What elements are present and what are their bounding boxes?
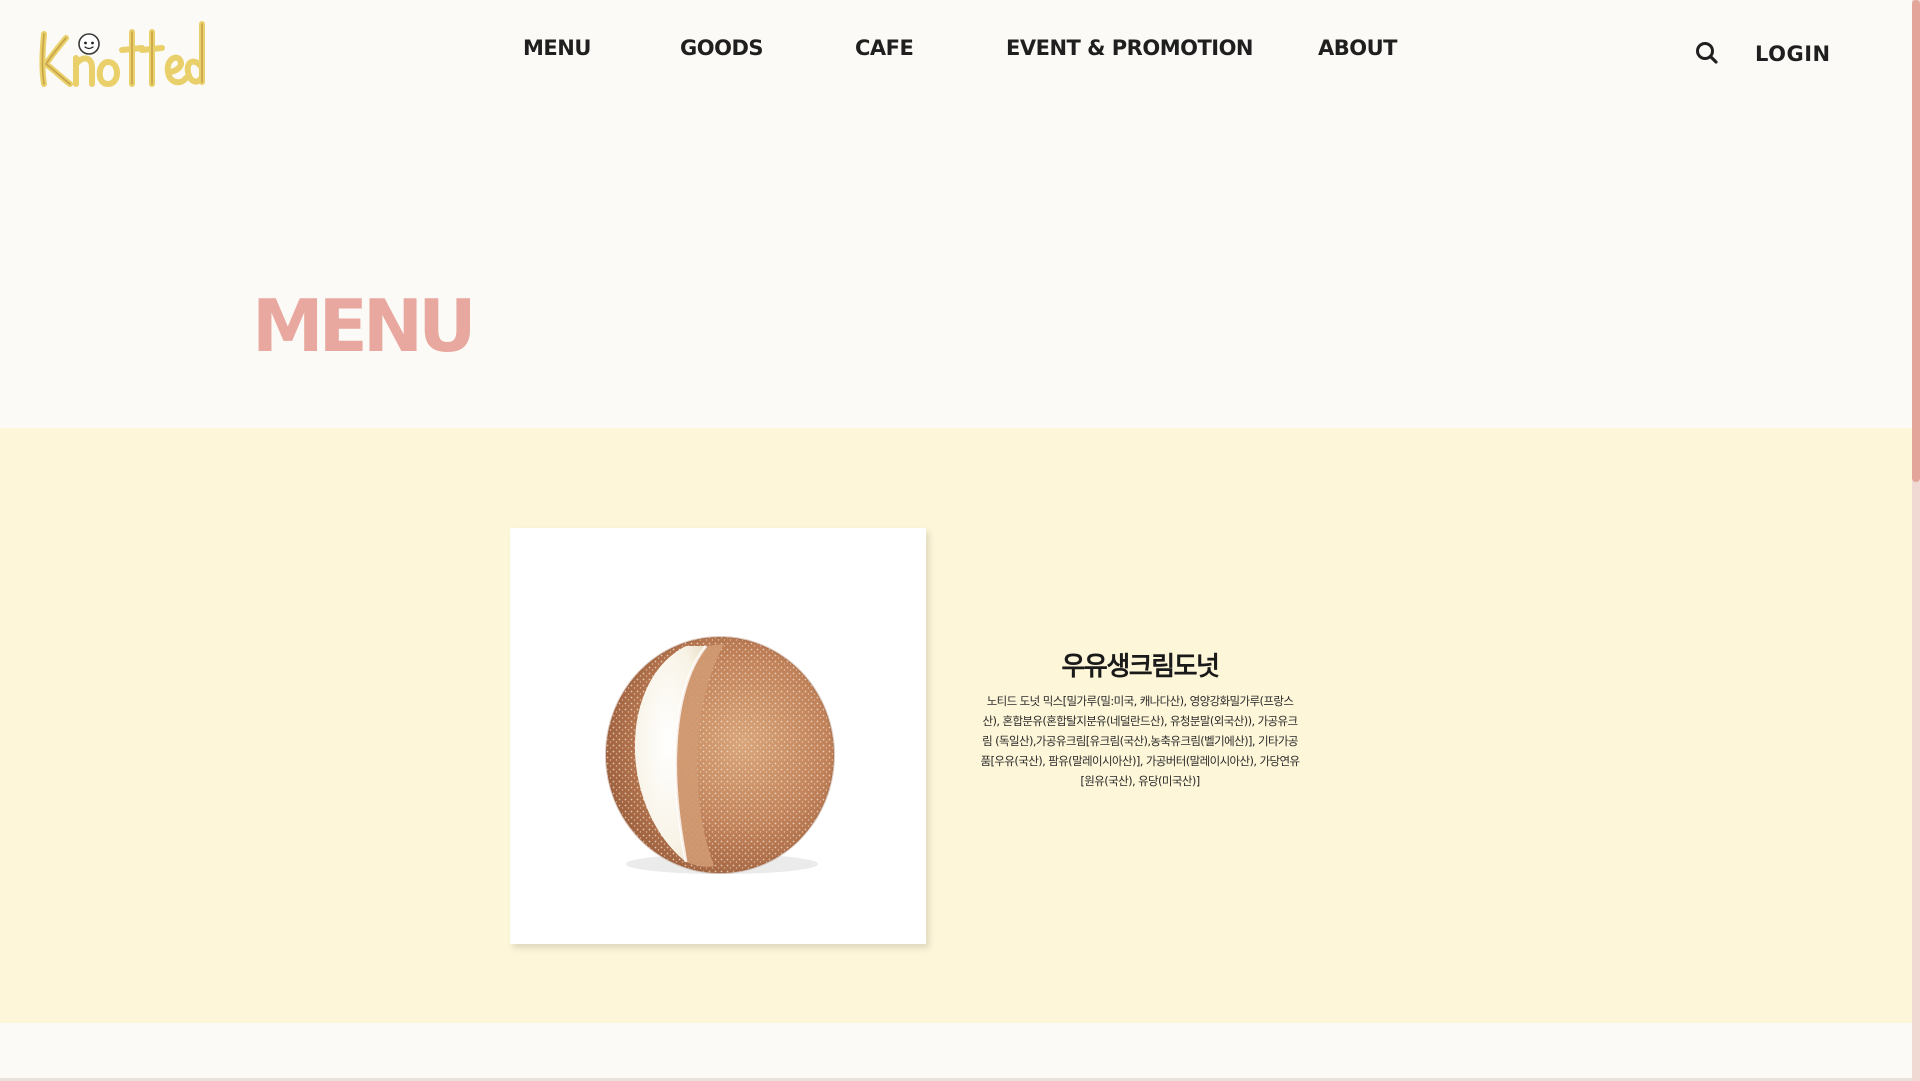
site-header: MENU GOODS CAFE EVENT & PROMOTION ABOUT …: [0, 0, 1912, 110]
product-image-card[interactable]: [510, 528, 926, 944]
nav-item-goods[interactable]: GOODS: [680, 36, 764, 60]
donut-image: [605, 636, 835, 874]
nav-item-cafe[interactable]: CAFE: [855, 36, 914, 60]
product-info: 우유생크림도넛 노티드 도넛 믹스[밀가루(밀:미국, 캐나다산), 영양강화밀…: [980, 646, 1300, 791]
scrollbar-thumb[interactable]: [1912, 0, 1920, 482]
main-nav: MENU GOODS CAFE EVENT & PROMOTION ABOUT: [0, 36, 1912, 72]
product-name: 우유생크림도넛: [1061, 652, 1220, 682]
page: MENU GOODS CAFE EVENT & PROMOTION ABOUT …: [0, 0, 1920, 1081]
nav-item-event-promotion[interactable]: EVENT & PROMOTION: [1006, 36, 1254, 60]
nav-item-about[interactable]: ABOUT: [1318, 36, 1398, 60]
login-button[interactable]: LOGIN: [1755, 42, 1831, 66]
nav-item-menu[interactable]: MENU: [523, 36, 591, 60]
search-icon: [1696, 42, 1718, 64]
page-title: MENU: [252, 284, 477, 368]
product-section: 우유생크림도넛 노티드 도넛 믹스[밀가루(밀:미국, 캐나다산), 영양강화밀…: [0, 428, 1912, 1023]
search-button[interactable]: [1694, 40, 1720, 66]
product-description: 노티드 도넛 믹스[밀가루(밀:미국, 캐나다산), 영양강화밀가루(프랑스산)…: [980, 694, 1300, 788]
